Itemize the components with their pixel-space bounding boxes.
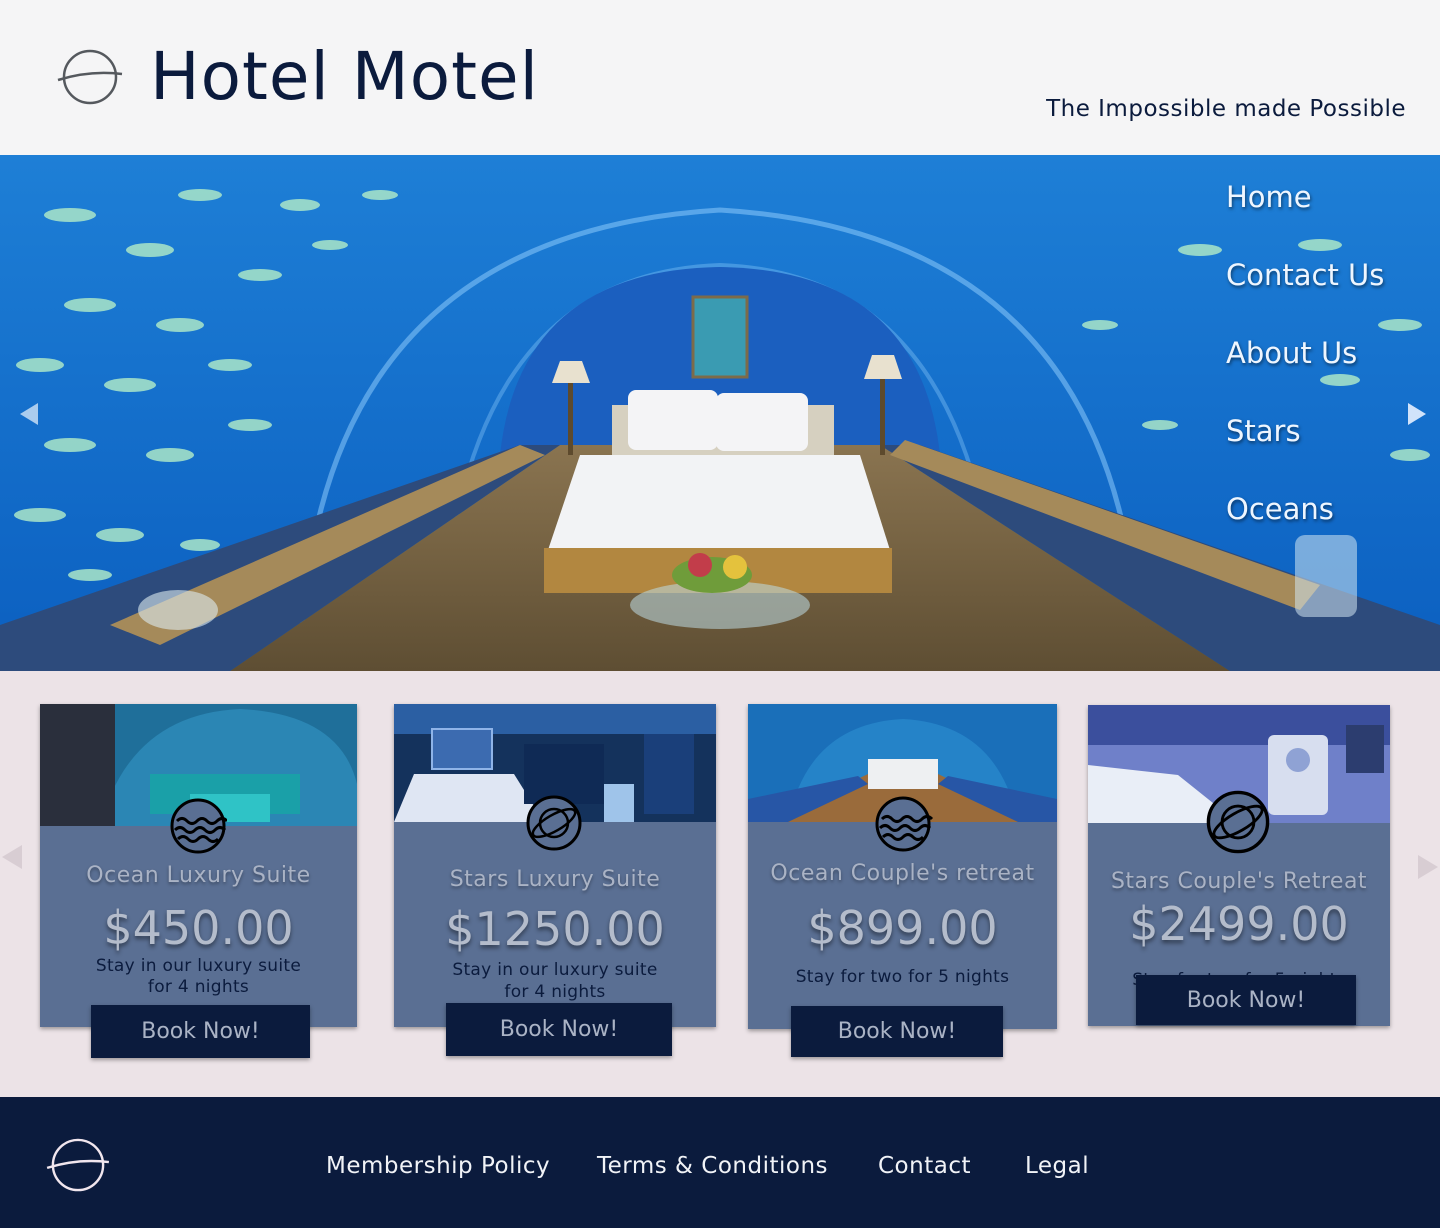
waves-icon — [170, 798, 227, 854]
site-header: Hotel Motel The Impossible made Possible — [0, 0, 1440, 155]
site-footer: Membership Policy Terms & Conditions Con… — [0, 1097, 1440, 1228]
suite-card-price: $899.00 — [807, 901, 998, 955]
book-now-button[interactable]: Book Now! — [446, 1003, 672, 1056]
footer-legal-link[interactable]: Legal — [1025, 1153, 1089, 1179]
nav-stars-link[interactable]: Stars — [1226, 411, 1384, 489]
suite-card-title: Stars Couple's Retreat — [1110, 869, 1368, 894]
suite-card-price: $450.00 — [103, 901, 294, 955]
hero-banner: Home Contact Us About Us Stars Oceans — [0, 155, 1440, 671]
orbit-logo-icon[interactable] — [56, 48, 124, 106]
hero-prev-arrow-icon[interactable] — [20, 403, 38, 425]
suite-card: Stars Couple's Retreat $2499.00 Stay for… — [1088, 705, 1390, 1026]
suite-card-description: Stay in our luxury suite — [95, 956, 302, 976]
suite-card-price: $2499.00 — [1129, 897, 1349, 951]
planet-icon — [1206, 790, 1270, 854]
book-now-button[interactable]: Book Now! — [791, 1006, 1003, 1057]
hero-next-arrow-icon[interactable] — [1408, 403, 1426, 425]
suite-card: Ocean Luxury Suite $450.00 Stay in our l… — [40, 704, 357, 1058]
tagline: The Impossible made Possible — [1046, 96, 1406, 122]
footer-membership-policy-link[interactable]: Membership Policy — [326, 1153, 550, 1179]
hero-image — [0, 155, 1440, 671]
suite-card-price: $1250.00 — [445, 902, 665, 956]
suite-card-title: Ocean Couple's retreat — [770, 861, 1035, 886]
suite-card-description: Stay in our luxury suite — [452, 960, 658, 980]
planet-icon — [526, 795, 582, 851]
footer-contact-link[interactable]: Contact — [878, 1153, 971, 1179]
brand-title[interactable]: Hotel Motel — [150, 38, 539, 115]
suite-card-description-line2: for 4 nights — [147, 977, 250, 997]
nav-about-us-link[interactable]: About Us — [1226, 333, 1384, 411]
orbit-logo-icon[interactable] — [44, 1137, 112, 1193]
main-nav: Home Contact Us About Us Stars Oceans — [1226, 177, 1384, 567]
book-now-button[interactable]: Book Now! — [91, 1005, 310, 1058]
nav-contact-us-link[interactable]: Contact Us — [1226, 255, 1384, 333]
suite-card-title: Stars Luxury Suite — [449, 867, 661, 892]
nav-home-link[interactable]: Home — [1226, 177, 1384, 255]
suite-card-description: Stay for two for 5 nights — [795, 967, 1010, 987]
suite-card: Ocean Couple's retreat $899.00 Stay for … — [748, 704, 1057, 1057]
waves-icon — [875, 796, 934, 852]
suite-card-description-line2: for 4 nights — [504, 982, 606, 1002]
footer-terms-conditions-link[interactable]: Terms & Conditions — [597, 1153, 828, 1179]
suite-card: Stars Luxury Suite $1250.00 Stay in our … — [394, 704, 716, 1056]
cards-prev-arrow-icon[interactable] — [2, 845, 22, 869]
suites-section: Ocean Luxury Suite $450.00 Stay in our l… — [0, 671, 1440, 1097]
nav-oceans-link[interactable]: Oceans — [1226, 489, 1384, 567]
cards-next-arrow-icon[interactable] — [1418, 855, 1438, 879]
suite-card-title: Ocean Luxury Suite — [86, 863, 311, 888]
book-now-button[interactable]: Book Now! — [1136, 975, 1356, 1025]
